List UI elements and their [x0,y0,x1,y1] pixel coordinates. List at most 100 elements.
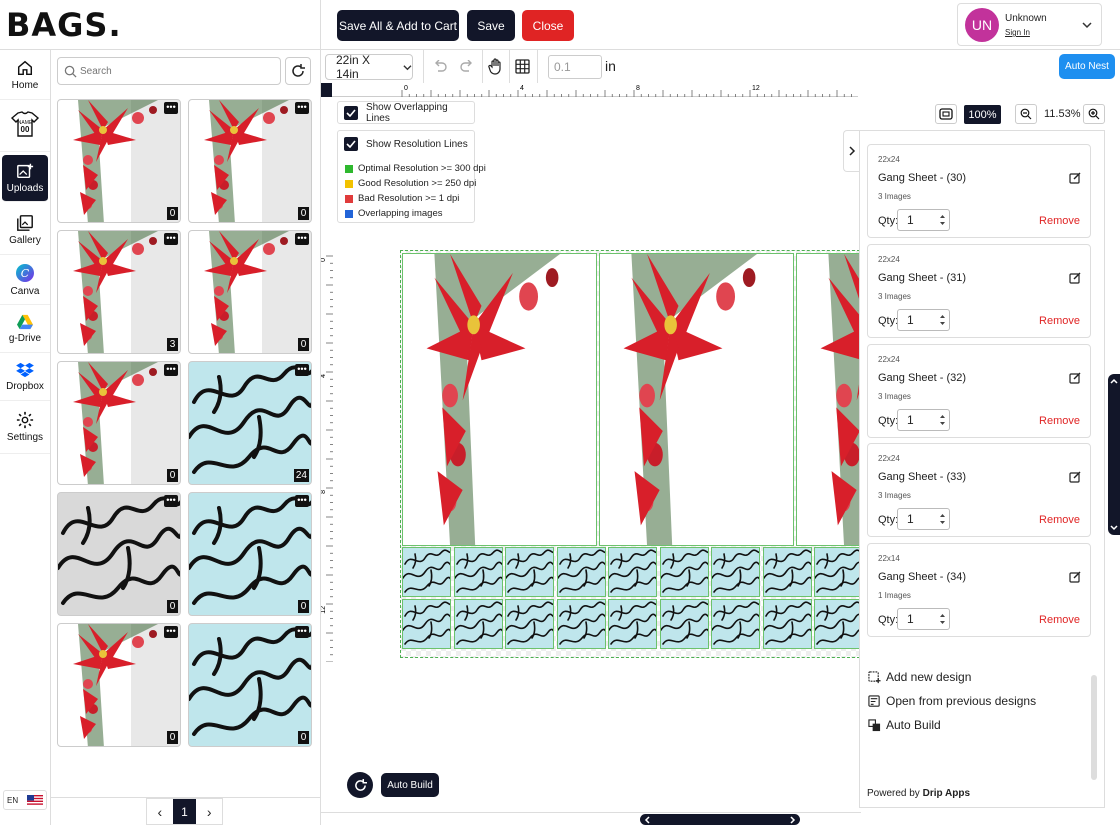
open-previous-designs-action[interactable]: Open from previous designs [868,694,1036,708]
placed-image[interactable] [762,547,812,597]
placed-image[interactable] [659,547,709,597]
edit-icon[interactable] [1069,571,1081,583]
zoom-out-button[interactable] [1015,104,1037,124]
undo-icon[interactable] [433,60,447,72]
upload-thumbnail[interactable]: ••• 24 [188,361,312,485]
language-selector[interactable]: EN [3,790,47,810]
placed-image[interactable] [814,547,859,597]
edit-icon[interactable] [1069,471,1081,483]
stepper-arrows-icon[interactable] [939,213,946,227]
thumbnail-menu-button[interactable]: ••• [295,495,309,507]
auto-build-canvas-button[interactable]: Auto Build [381,773,439,797]
placed-image[interactable] [608,599,657,649]
sheet-card[interactable]: 22x14 Gang Sheet - (34) 1 Images Qty: 1 … [867,543,1091,637]
placed-image[interactable] [453,599,503,649]
placed-image[interactable] [711,599,760,649]
placed-image[interactable] [556,599,606,649]
quantity-stepper[interactable]: 1 [897,409,950,431]
upload-thumbnail[interactable]: ••• 0 [57,99,181,223]
upload-thumbnail[interactable]: ••• 0 [188,230,312,354]
step-input[interactable] [548,55,602,79]
edit-icon[interactable] [1069,172,1081,184]
search-box[interactable] [57,57,281,85]
edit-icon[interactable] [1069,272,1081,284]
sheet-card[interactable]: 22x24 Gang Sheet - (30) 3 Images Qty: 1 … [867,144,1091,238]
placed-image[interactable] [505,599,554,649]
upload-thumbnail[interactable]: ••• 3 [57,230,181,354]
thumbnail-menu-button[interactable]: ••• [295,233,309,245]
current-page[interactable]: 1 [172,799,197,824]
thumbnail-menu-button[interactable]: ••• [164,495,178,507]
remove-sheet-button[interactable]: Remove [1039,514,1080,526]
auto-build-action[interactable]: Auto Build [868,718,941,732]
user-menu[interactable]: UN Unknown Sign In [957,3,1102,46]
zoom-in-button[interactable] [1083,104,1105,124]
placed-image[interactable] [814,599,859,649]
placed-image[interactable] [711,547,760,597]
quantity-stepper[interactable]: 1 [897,508,950,530]
zoom-100-button[interactable]: 100% [964,105,1001,124]
sign-in-link[interactable]: Sign In [1005,28,1030,37]
placed-image[interactable] [599,253,794,546]
collapse-panel-button[interactable] [843,130,860,172]
upload-thumbnail[interactable]: ••• 0 [188,99,312,223]
next-page-button[interactable]: › [196,799,222,824]
sheet-card[interactable]: 22x24 Gang Sheet - (33) 3 Images Qty: 1 … [867,443,1091,537]
upload-thumbnail[interactable]: ••• 0 [57,361,181,485]
vendor-link[interactable]: Drip Apps [923,788,970,799]
quantity-stepper[interactable]: 1 [897,608,950,630]
refresh-button[interactable] [285,57,311,85]
nav-gdrive[interactable]: g-Drive [0,305,50,353]
thumbnail-menu-button[interactable]: ••• [295,364,309,376]
edit-icon[interactable] [1069,372,1081,384]
prev-page-button[interactable]: ‹ [147,799,173,824]
upload-thumbnail[interactable]: ••• 0 [188,623,312,747]
remove-sheet-button[interactable]: Remove [1039,315,1080,327]
sheet-card[interactable]: 22x24 Gang Sheet - (31) 3 Images Qty: 1 … [867,244,1091,338]
nav-name-number[interactable]: NAME 00 [0,100,50,152]
placed-image[interactable] [659,599,709,649]
fit-screen-button[interactable] [935,104,957,124]
auto-nest-button[interactable]: Auto Nest [1059,54,1115,79]
nav-uploads[interactable]: Uploads [2,155,48,202]
upload-thumbnail[interactable]: ••• 0 [188,492,312,616]
placed-image[interactable] [402,599,451,649]
upload-thumbnail[interactable]: ••• 0 [57,492,181,616]
grid-icon[interactable] [515,59,530,74]
nav-home[interactable]: Home [0,50,50,100]
redo-icon[interactable] [460,60,474,72]
panel-scrollbar[interactable] [1091,675,1097,780]
quantity-stepper[interactable]: 1 [897,309,950,331]
reset-canvas-button[interactable] [347,772,373,798]
save-button[interactable]: Save [467,10,515,41]
nav-canva[interactable]: C Canva [0,255,50,305]
nav-gallery[interactable]: Gallery [0,205,50,255]
nav-settings[interactable]: Settings [0,401,50,454]
thumbnail-menu-button[interactable]: ••• [295,626,309,638]
quantity-stepper[interactable]: 1 [897,209,950,231]
placed-image[interactable] [505,547,554,597]
placed-image[interactable] [453,547,503,597]
placed-image[interactable] [402,547,451,597]
add-new-design-action[interactable]: Add new design [868,670,971,684]
placed-image[interactable] [402,253,597,546]
stepper-arrows-icon[interactable] [939,313,946,327]
search-input[interactable] [80,62,270,80]
thumbnail-menu-button[interactable]: ••• [164,626,178,638]
placed-image[interactable] [796,253,859,546]
hand-pan-icon[interactable] [488,58,504,75]
gang-sheet-canvas[interactable] [400,250,860,658]
thumbnail-menu-button[interactable]: ••• [164,364,178,376]
nav-dropbox[interactable]: Dropbox [0,353,50,401]
close-button[interactable]: Close [522,10,574,41]
remove-sheet-button[interactable]: Remove [1039,614,1080,626]
show-resolution-toggle[interactable]: Show Resolution Lines [344,137,468,151]
show-overlap-toggle[interactable]: Show Overlapping Lines [337,101,475,124]
thumbnail-menu-button[interactable]: ••• [164,102,178,114]
sheet-size-select[interactable]: 22in X 14in [325,53,413,81]
placed-image[interactable] [762,599,812,649]
vertical-scrollbar[interactable] [1108,374,1120,535]
stepper-arrows-icon[interactable] [939,512,946,526]
thumbnail-menu-button[interactable]: ••• [164,233,178,245]
save-all-add-to-cart-button[interactable]: Save All & Add to Cart [337,10,459,41]
